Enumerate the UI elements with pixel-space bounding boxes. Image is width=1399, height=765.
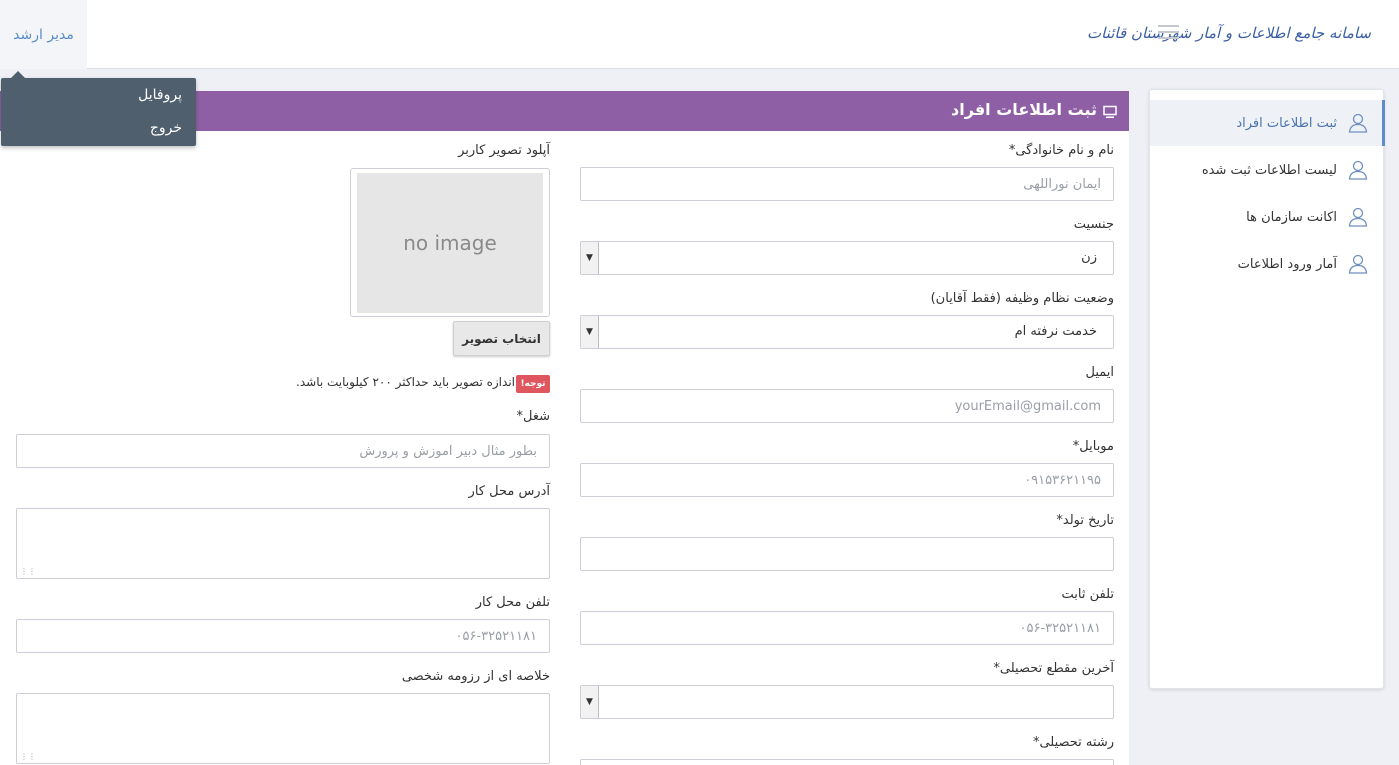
sidebar-item-label: ثبت اطلاعات افراد [1236,115,1337,131]
user-icon [1348,113,1368,133]
user-icon [1348,160,1368,180]
sidebar-item-registered-list[interactable]: لیست اطلاعات ثبت شده [1150,147,1385,193]
warning-badge: توجه! [516,375,550,393]
image-size-note: اندازه تصویر باید حداکثر ۲۰۰ کیلوبایت با… [296,375,515,389]
monitor-icon [1103,105,1117,118]
field-of-study-label: رشته تحصیلی* [1032,735,1114,750]
work-address-label: آدرس محل کار [468,484,550,499]
sidebar: ثبت اطلاعات افراد لیست اطلاعات ثبت شده ا… [1149,89,1385,689]
resize-grip-icon[interactable]: ⋮⋮ [20,568,36,576]
gender-label: جنسیت [1073,217,1114,232]
top-header: سامانه جامع اطلاعات و آمار شهرستان قائنا… [0,0,1399,69]
menu-item-profile[interactable]: پروفایل [138,87,182,103]
education-select[interactable]: ▼ [580,685,1114,719]
mobile-label: موبایل* [1072,439,1114,454]
resume-textarea[interactable]: ⋮⋮ [16,693,550,764]
sidebar-item-register-people[interactable]: ثبت اطلاعات افراد [1150,100,1385,146]
menu-item-logout[interactable]: خروج [150,120,182,136]
chevron-down-icon: ▼ [581,686,599,718]
education-label: آخرین مقطع تحصیلی* [993,661,1114,676]
email-label: ایمیل [1085,365,1114,380]
sidebar-item-label: لیست اطلاعات ثبت شده [1201,162,1337,178]
resize-grip-icon[interactable]: ⋮⋮ [20,753,36,761]
fullname-label: نام و نام خانوادگی* [1008,143,1114,158]
mobile-input[interactable] [580,463,1114,497]
user-icon [1348,207,1368,227]
panel-title: ثبت اطلاعات افراد [951,100,1097,119]
gender-select[interactable]: ▼ زن [580,241,1114,275]
chevron-down-icon: ▼ [581,242,599,274]
field-of-study-input[interactable] [580,759,1114,765]
user-menu-button[interactable]: مدیر ارشد [0,0,87,69]
sidebar-item-label: اکانت سازمان ها [1246,209,1337,225]
sidebar-item-entry-stats[interactable]: آمار ورود اطلاعات [1150,241,1385,287]
photo-preview: no image [350,168,550,317]
gender-selected-value: زن [1081,250,1097,265]
work-address-textarea[interactable]: ⋮⋮ [16,508,550,579]
job-input[interactable] [16,434,550,468]
no-image-placeholder: no image [357,173,543,313]
birthdate-label: تاریخ تولد* [1056,513,1114,528]
choose-image-button[interactable]: انتخاب تصویر [453,321,550,356]
user-icon [1348,254,1368,274]
resume-label: خلاصه ای از رزومه شخصی [401,669,550,684]
brand-logo-text[interactable]: سامانه جامع اطلاعات و آمار شهرستان قائنا… [1087,24,1371,42]
phone-label: تلفن ثابت [1061,587,1115,602]
work-phone-input[interactable] [16,619,550,653]
photo-upload-label: آپلود تصویر کاربر [458,143,550,158]
job-label: شغل* [516,409,550,424]
email-input[interactable] [580,389,1114,423]
military-status-label: وضعیت نظام وظیفه (فقط آقایان) [930,291,1114,306]
military-selected-value: خدمت نرفته ام [1014,324,1097,339]
sidebar-item-label: آمار ورود اطلاعات [1237,256,1337,272]
phone-input[interactable] [580,611,1114,645]
hamburger-icon[interactable] [1158,25,1179,39]
chevron-down-icon: ▼ [581,316,599,348]
military-status-select[interactable]: ▼ خدمت نرفته ام [580,315,1114,349]
fullname-input[interactable] [580,167,1114,201]
work-phone-label: تلفن محل کار [475,595,550,610]
user-dropdown-menu: پروفایل خروج [1,71,196,146]
sidebar-item-org-accounts[interactable]: اکانت سازمان ها [1150,194,1385,240]
birthdate-input[interactable] [580,537,1114,571]
